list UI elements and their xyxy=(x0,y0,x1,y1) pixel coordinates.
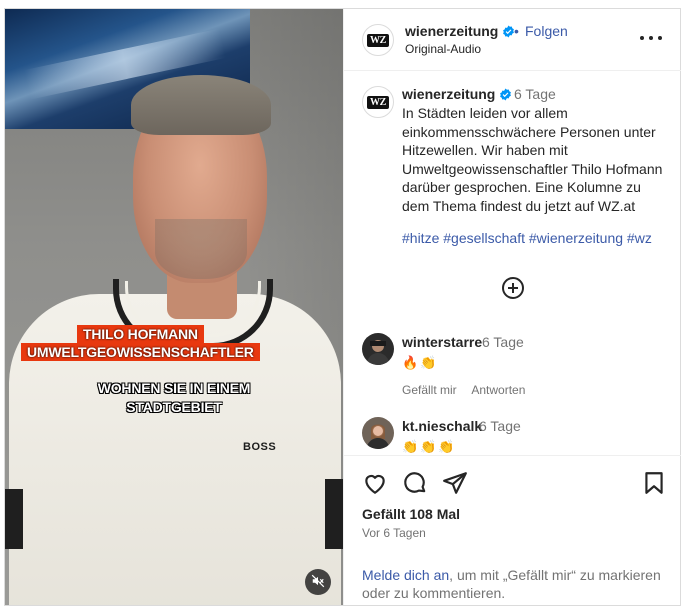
comment-username[interactable]: winterstarre xyxy=(402,334,482,350)
comment-reply-button[interactable]: Antworten xyxy=(471,383,525,397)
follow-button[interactable]: Folgen xyxy=(525,23,568,39)
subtitle-line-2: STADTGEBIET xyxy=(126,399,222,415)
more-dot xyxy=(649,36,653,40)
more-horizontal-icon xyxy=(640,36,644,40)
comment-text: 🔥👏 xyxy=(402,355,439,370)
bookmark-icon xyxy=(641,472,667,499)
person-hair xyxy=(131,75,271,135)
caption-username[interactable]: wienerzeitung xyxy=(402,86,495,102)
header-username-row: wienerzeitung xyxy=(405,23,515,41)
comment-bubble-icon xyxy=(402,472,428,499)
post-sidebar: WZ wienerzeitung • Folgen Original-Audio… xyxy=(343,9,681,605)
post-date[interactable]: Vor 6 Tagen xyxy=(362,526,426,540)
speaker-name-caption: THILO HOFMANN xyxy=(77,325,204,343)
more-options-button[interactable] xyxy=(640,31,662,45)
more-dot xyxy=(658,36,662,40)
login-prompt: Melde dich an, um mit „Gefällt mir“ zu m… xyxy=(362,566,672,602)
hashtag-list: #hitze #gesellschaft #wienerzeitung #wz xyxy=(402,230,652,246)
separator-dot: • xyxy=(514,23,519,39)
hashtag-link[interactable]: #gesellschaft xyxy=(443,230,525,246)
subtitle-line-1: WOHNEN SIE IN EINEM xyxy=(97,380,251,396)
caption-timestamp[interactable]: 6 Tage xyxy=(514,86,556,102)
like-count[interactable]: Gefällt 108 Mal xyxy=(362,506,460,522)
instagram-post-frame: BOSS THILO HOFMANN UMWELTGEOWISSENSCHAFT… xyxy=(4,8,681,606)
comment-username[interactable]: kt.nieschalk xyxy=(402,418,482,434)
commenter-avatar[interactable] xyxy=(362,417,394,449)
hashtag-link[interactable]: #wienerzeitung xyxy=(529,230,623,246)
mute-button[interactable] xyxy=(305,569,331,595)
shirt-sleeve-right xyxy=(325,479,343,549)
header-username[interactable]: wienerzeitung xyxy=(405,23,498,39)
shirt-logo: BOSS xyxy=(243,441,277,453)
heart-icon xyxy=(362,474,388,499)
comment-like-button[interactable]: Gefällt mir xyxy=(402,383,457,397)
reel-video[interactable]: BOSS THILO HOFMANN UMWELTGEOWISSENSCHAFT… xyxy=(5,9,343,605)
shirt-sleeve-left xyxy=(5,489,23,549)
comment-text: 👏👏👏 xyxy=(402,439,457,454)
comment-timestamp[interactable]: 6 Tage xyxy=(479,418,521,434)
caption-username-row: wienerzeitung xyxy=(402,86,512,104)
plus-circle-icon xyxy=(501,277,525,303)
account-avatar[interactable]: WZ xyxy=(362,24,394,56)
post-comments-area: WZ wienerzeitung 6 Tage In Städten leide… xyxy=(344,72,681,454)
caption-avatar[interactable]: WZ xyxy=(362,86,394,118)
login-link[interactable]: Melde dich an xyxy=(362,567,449,583)
caption-text: In Städten leiden vor allem einkommenssc… xyxy=(402,105,663,214)
load-more-comments-button[interactable] xyxy=(501,276,525,300)
verified-badge-icon xyxy=(499,88,512,104)
comment-actions: Gefällt mir Antworten xyxy=(402,383,537,397)
hashtag-link[interactable]: #wz xyxy=(627,230,652,246)
paper-plane-icon xyxy=(442,472,468,499)
share-button[interactable] xyxy=(442,470,468,496)
post-footer: Gefällt 108 Mal Vor 6 Tagen Melde dich a… xyxy=(344,455,681,605)
person-beard xyxy=(155,219,247,279)
audio-label[interactable]: Original-Audio xyxy=(405,42,481,56)
save-button[interactable] xyxy=(641,470,667,496)
avatar-logo-text: WZ xyxy=(366,95,390,109)
commenter-avatar[interactable] xyxy=(362,333,394,365)
speaker-muted-icon xyxy=(311,574,325,591)
comment-button[interactable] xyxy=(402,470,428,496)
like-button[interactable] xyxy=(362,470,388,496)
speaker-role-caption: UMWELTGEOWISSENSCHAFTLER xyxy=(21,343,260,361)
comment-timestamp[interactable]: 6 Tage xyxy=(482,334,524,350)
hashtag-link[interactable]: #hitze xyxy=(402,230,439,246)
post-header: WZ wienerzeitung • Folgen Original-Audio xyxy=(344,9,681,71)
avatar-logo-text: WZ xyxy=(366,33,390,47)
